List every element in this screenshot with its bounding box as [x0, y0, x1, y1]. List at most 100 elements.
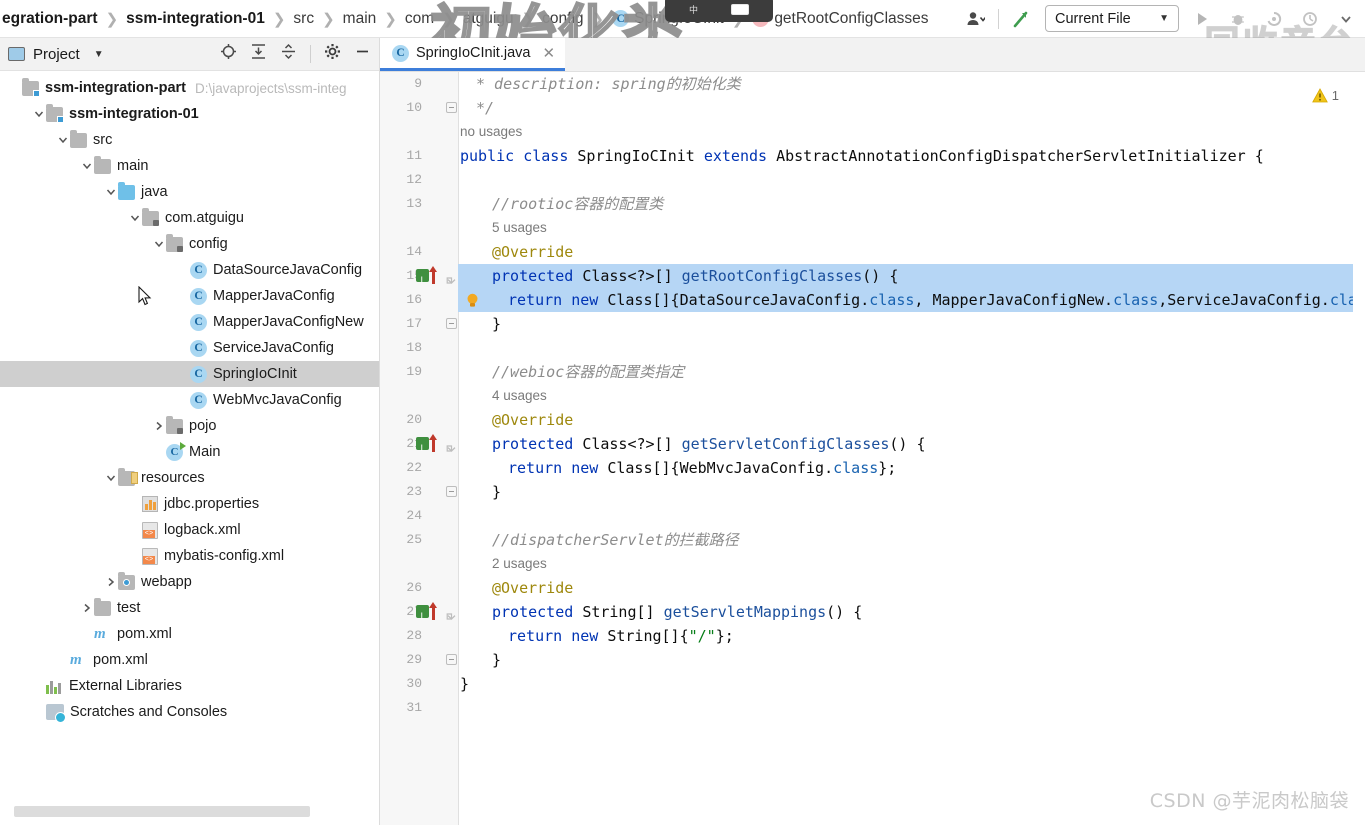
code-fold-collapse-icon[interactable] [446, 270, 457, 284]
code-line-row[interactable]: 31 [380, 696, 1365, 720]
code-line-row[interactable]: 24 [380, 504, 1365, 528]
code-line-row[interactable]: 25 //dispatcherServlet的拦截路径 [380, 528, 1365, 552]
tree-item-pom-xml[interactable]: m pom.xml [0, 647, 379, 673]
debug-icon[interactable] [1225, 6, 1251, 32]
tree-item-mapperjavaconfig[interactable]: C MapperJavaConfig [0, 283, 379, 309]
collapse-all-icon[interactable] [280, 43, 297, 65]
tree-item-logback-xml[interactable]: <> logback.xml [0, 517, 379, 543]
user-icon[interactable] [962, 6, 988, 32]
tree-item-servicejavaconfig[interactable]: C ServiceJavaConfig [0, 335, 379, 361]
tree-item-mybatis-config-xml[interactable]: <> mybatis-config.xml [0, 543, 379, 569]
toolbar-more-chevron-icon[interactable] [1333, 6, 1359, 32]
usage-hint[interactable]: 2 usages [492, 552, 547, 576]
project-tree[interactable]: ssm-integration-part D:\javaprojects\ssm-… [0, 71, 379, 725]
chevron-right-icon[interactable] [80, 601, 94, 615]
breadcrumb-item-egration-part[interactable]: egration-part [0, 10, 100, 28]
code-line-row[interactable]: 16 return new Class[]{DataSourceJavaConfi… [380, 288, 1365, 312]
code-canvas[interactable]: 9 * description: spring的初始化类 10 */ no usages… [380, 72, 1365, 825]
code-line-row[interactable]: 30} [380, 672, 1365, 696]
code-fold-collapse-icon[interactable] [446, 438, 457, 452]
chevron-right-icon[interactable] [104, 575, 118, 589]
code-line-row[interactable]: 9 * description: spring的初始化类 [380, 72, 1365, 96]
tree-item-test[interactable]: test [0, 595, 379, 621]
code-line-row[interactable]: 27protected String[] getServletMappings(… [380, 600, 1365, 628]
tree-item-jdbc-properties[interactable]: jdbc.properties [0, 491, 379, 517]
close-icon[interactable]: ✕ [542, 44, 555, 62]
tree-item-com-atguigu[interactable]: com.atguigu [0, 205, 379, 231]
breadcrumb-item-config[interactable]: config [540, 10, 585, 28]
inspection-warning-badge[interactable]: 1 [1311, 88, 1339, 103]
code-line-row[interactable]: 23} [380, 480, 1365, 504]
code-fold-collapse-icon[interactable] [446, 606, 457, 620]
tree-item-java[interactable]: java [0, 179, 379, 205]
chevron-down-icon[interactable] [104, 185, 118, 199]
code-line-row[interactable]: 28 return new String[]{"/"}; [380, 624, 1365, 648]
run-configuration-selector[interactable]: Current File ▼ [1045, 5, 1179, 32]
chevron-down-icon[interactable] [56, 133, 70, 147]
tree-item-external-libraries[interactable]: External Libraries [0, 673, 379, 699]
chevron-down-icon[interactable] [152, 237, 166, 251]
run-icon[interactable] [1189, 6, 1215, 32]
code-hint-row[interactable]: 2 usages [380, 552, 1365, 576]
project-horizontal-scrollbar[interactable] [14, 806, 310, 817]
code-line-row[interactable]: 22 return new Class[]{WebMvcJavaConfig.cl… [380, 456, 1365, 480]
code-fold-end-icon[interactable] [446, 654, 457, 665]
code-fold-end-icon[interactable] [446, 486, 457, 497]
code-line-row[interactable]: 14 @Override [380, 240, 1365, 264]
code-fold-end-icon[interactable] [446, 102, 457, 113]
tree-item-main[interactable]: main [0, 153, 379, 179]
breadcrumb-item-com[interactable]: com [403, 10, 436, 28]
tree-item-ssm-integration-01[interactable]: ssm-integration-01 [0, 101, 379, 127]
code-hint-row[interactable]: no usages [380, 120, 1365, 144]
breadcrumb-item-getrootconfigclasses[interactable]: mgetRootConfigClasses [750, 10, 930, 28]
profiler-icon[interactable] [1297, 6, 1323, 32]
code-line-row[interactable]: 15protected Class<?>[] getRootConfigClas… [380, 264, 1365, 292]
breadcrumb-item-ssm-integration-01[interactable]: ssm-integration-01 [124, 10, 267, 28]
minimize-icon[interactable] [354, 43, 371, 65]
intention-bulb-icon[interactable] [464, 292, 481, 309]
expand-all-icon[interactable] [250, 43, 267, 65]
tree-item-webapp[interactable]: webapp [0, 569, 379, 595]
chevron-down-icon[interactable] [32, 107, 46, 121]
tree-item-resources[interactable]: resources [0, 465, 379, 491]
usage-hint[interactable]: 5 usages [492, 216, 547, 240]
tree-item-webmvcjavaconfig[interactable]: C WebMvcJavaConfig [0, 387, 379, 413]
code-line-row[interactable]: 10 */ [380, 96, 1365, 120]
code-lines[interactable]: 9 * description: spring的初始化类 10 */ no usages… [380, 72, 1365, 720]
code-line-row[interactable]: 17} [380, 312, 1365, 336]
chevron-down-icon[interactable]: ▼ [94, 49, 104, 60]
override-method-icon[interactable] [416, 604, 429, 628]
tree-item-config[interactable]: config [0, 231, 379, 257]
code-line-row[interactable]: 26 @Override [380, 576, 1365, 600]
usage-hint[interactable]: no usages [460, 120, 522, 144]
code-line-row[interactable]: 12 [380, 168, 1365, 192]
settings-gear-icon[interactable] [324, 43, 341, 65]
breadcrumb-item-main[interactable]: main [341, 10, 379, 28]
override-method-icon[interactable] [416, 268, 429, 292]
code-line-row[interactable]: 11 public class SpringIoCInit extends Abs… [380, 144, 1365, 168]
code-line-row[interactable]: 13 //rootioc容器的配置类 [380, 192, 1365, 216]
coverage-icon[interactable] [1261, 6, 1287, 32]
code-line-row[interactable]: 21protected Class<?>[] getServletConfigC… [380, 432, 1365, 460]
code-line-row[interactable]: 29} [380, 648, 1365, 672]
tab-SpringIoCInit-java[interactable]: C SpringIoCInit.java ✕ [380, 38, 566, 71]
code-hint-row[interactable]: 5 usages [380, 216, 1365, 240]
usage-hint[interactable]: 4 usages [492, 384, 547, 408]
tree-item-scratches-and-consoles[interactable]: Scratches and Consoles [0, 699, 379, 725]
tree-item-springiocinit[interactable]: C SpringIoCInit [0, 361, 379, 387]
tree-item-main[interactable]: C Main [0, 439, 379, 465]
chevron-down-icon[interactable] [104, 471, 118, 485]
editor-vertical-scrollbar[interactable] [1353, 72, 1365, 825]
chevron-down-icon[interactable] [128, 211, 142, 225]
chevron-right-icon[interactable] [152, 419, 166, 433]
breadcrumb-item-src[interactable]: src [291, 10, 316, 28]
tree-item-mapperjavaconfignew[interactable]: C MapperJavaConfigNew [0, 309, 379, 335]
tree-item-src[interactable]: src [0, 127, 379, 153]
tree-item-pojo[interactable]: pojo [0, 413, 379, 439]
breadcrumb[interactable]: egration-part ❯ ssm-integration-01 ❯ src ❯ mai… [0, 0, 931, 38]
chevron-down-icon[interactable] [80, 159, 94, 173]
code-hint-row[interactable]: 4 usages [380, 384, 1365, 408]
code-line-row[interactable]: 19 //webioc容器的配置类指定 [380, 360, 1365, 384]
code-line-row[interactable]: 20 @Override [380, 408, 1365, 432]
override-method-icon[interactable] [416, 436, 429, 460]
